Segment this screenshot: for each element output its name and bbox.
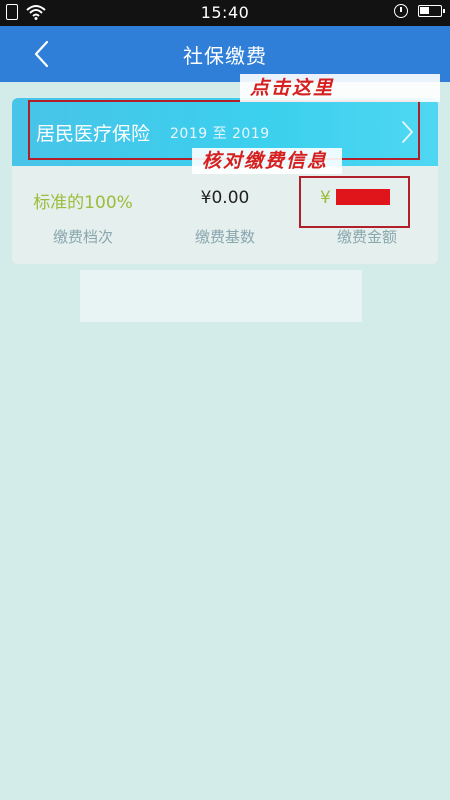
annotation-verify-info: 核对缴费信息 (192, 148, 342, 174)
page-title: 社保缴费 (183, 44, 267, 68)
stat-level-value: 标准的100% (33, 193, 133, 213)
payment-stats: 标准的100% 缴费档次 ¥0.00 缴费基数 ¥ 缴费金额 (12, 166, 438, 264)
stat-level: 标准的100% 缴费档次 (12, 166, 154, 264)
stat-base: ¥0.00 缴费基数 (154, 166, 296, 264)
battery-icon (418, 5, 445, 17)
status-right-icons (394, 4, 445, 18)
annotation-click-here: 点击这里 (240, 74, 440, 102)
alarm-icon (394, 4, 408, 18)
redacted-amount (336, 189, 390, 205)
stat-base-label: 缴费基数 (194, 228, 255, 246)
stat-amount: ¥ 缴费金额 (296, 166, 438, 264)
stat-amount-label: 缴费金额 (336, 228, 397, 246)
stat-level-label: 缴费档次 (52, 228, 113, 246)
insurance-card: 居民医疗保险 2019 至 2019 标准的100% 缴费档次 ¥0.00 缴费… (12, 98, 438, 264)
status-bar: 15:40 (0, 0, 450, 26)
plan-name: 居民医疗保险 (36, 123, 151, 145)
stat-base-value: ¥0.00 (200, 188, 250, 208)
status-time: 15:40 (200, 3, 250, 22)
chevron-right-icon (402, 121, 413, 143)
plan-period: 2019 至 2019 (170, 126, 270, 142)
blank-panel (80, 270, 362, 322)
